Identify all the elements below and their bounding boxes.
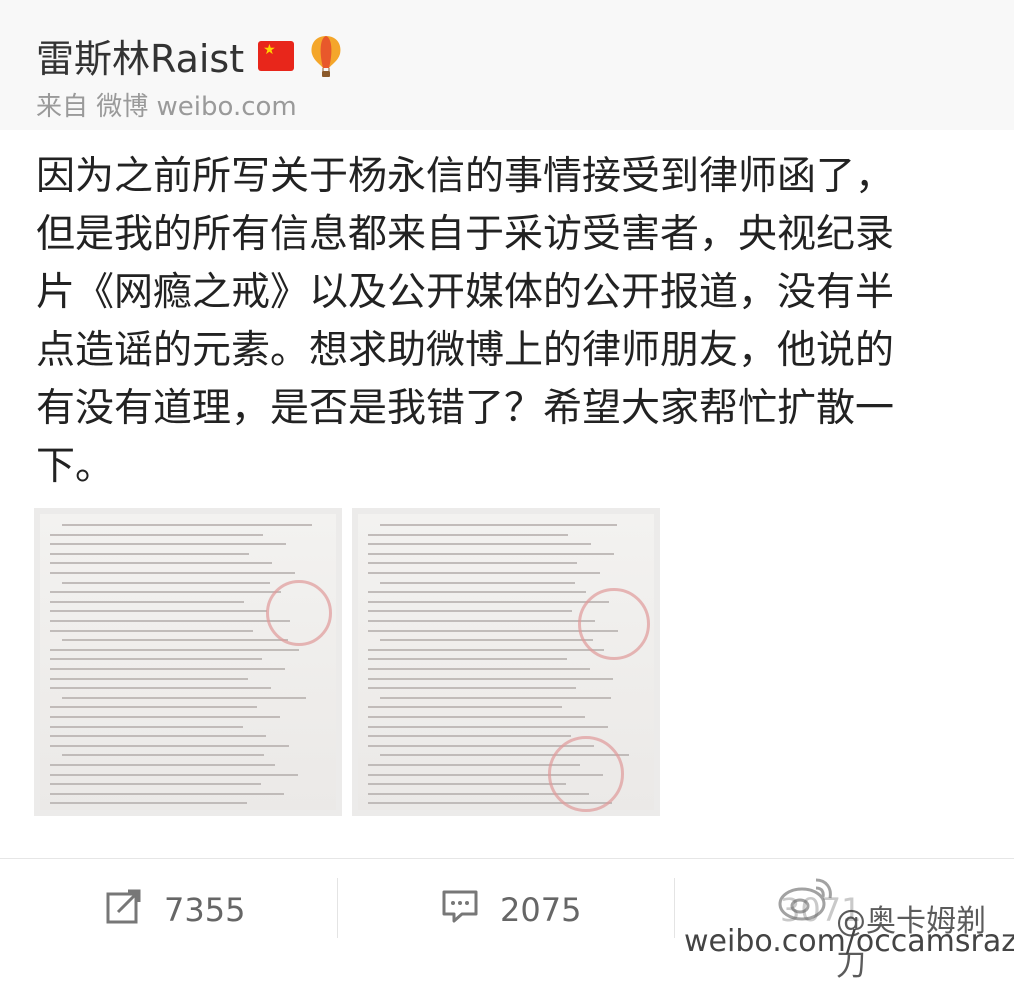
- document-text-line: [50, 552, 249, 555]
- post-source: 来自 微博 weibo.com: [36, 92, 297, 122]
- document-text-line: [380, 524, 617, 526]
- document-text-line: [368, 533, 568, 536]
- document-text-line: [368, 658, 567, 661]
- document-text-line: [368, 716, 585, 718]
- document-seal-stamp: [266, 580, 332, 646]
- document-text-line: [368, 735, 571, 738]
- document-text-line: [368, 620, 595, 622]
- document-text-line: [50, 572, 295, 574]
- document-text-line: [50, 716, 280, 718]
- document-text-line: [380, 581, 575, 584]
- document-seal-stamp: [548, 736, 624, 812]
- document-text-line: [50, 725, 243, 728]
- document-text-line: [368, 552, 614, 555]
- document-text-line: [50, 533, 263, 536]
- document-text-line: [368, 572, 600, 574]
- post-header: 雷斯林Raist ★ 来自 微博 weibo.com: [0, 0, 1014, 130]
- document-text-line: [50, 735, 266, 738]
- document-text-line: [368, 600, 609, 603]
- document-text-line: [368, 648, 604, 651]
- document-text-line: [62, 639, 288, 642]
- document-text-line: [50, 764, 275, 766]
- repost-icon: [104, 886, 144, 934]
- document-text-line: [50, 802, 247, 805]
- document-seal-stamp: [578, 588, 650, 660]
- document-text-line: [62, 696, 306, 699]
- document-text-line: [62, 524, 312, 526]
- document-text-line: [50, 543, 286, 546]
- document-text-line: [50, 744, 289, 747]
- document-text-line: [50, 792, 284, 795]
- action-separator: [674, 878, 675, 938]
- repost-button[interactable]: 7355: [104, 880, 245, 940]
- document-text-line: [50, 591, 281, 594]
- action-separator: [337, 878, 338, 938]
- document-text-line: [368, 783, 566, 786]
- document-text-line: [62, 754, 264, 757]
- document-text-line: [50, 668, 285, 670]
- document-text-line: [50, 620, 290, 622]
- attached-image-lawyer-letter-page-1[interactable]: [34, 508, 342, 816]
- document-text-line: [50, 773, 298, 776]
- document-text-line: [50, 648, 299, 651]
- document-text-line: [368, 725, 608, 728]
- post-body-text: 因为之前所写关于杨永信的事情接受到律师函了， 但是我的所有信息都来自于采访受害者…: [36, 154, 895, 489]
- document-text-line: [368, 687, 576, 690]
- document-text-line: [50, 600, 244, 603]
- document-text-line: [50, 677, 248, 680]
- document-text-line: [368, 591, 586, 594]
- comment-count: 2075: [500, 891, 582, 929]
- document-text-line: [50, 687, 271, 690]
- comment-icon: [440, 886, 480, 934]
- repost-count: 7355: [164, 891, 246, 929]
- comment-button[interactable]: 2075: [440, 880, 581, 940]
- weibo-logo-icon: [776, 872, 836, 924]
- document-text-line: [62, 581, 270, 584]
- document-text-line: [50, 706, 257, 709]
- document-text-line: [50, 629, 253, 632]
- document-text-line: [50, 562, 272, 565]
- document-text-line: [50, 610, 267, 613]
- document-text-line: [368, 706, 562, 709]
- document-text-line: [380, 696, 611, 699]
- document-text-line: [50, 783, 261, 786]
- watermark-url: weibo.com/occamsrazor: [684, 924, 1014, 959]
- document-text-line: [368, 562, 577, 565]
- document-text-line: [380, 639, 593, 642]
- document-text-line: [368, 610, 572, 613]
- china-flag-icon: ★: [258, 40, 295, 71]
- hot-air-balloon-icon: [308, 34, 344, 78]
- document-text-line: [368, 668, 590, 670]
- divider: [0, 858, 1014, 859]
- document-text-line: [368, 543, 591, 546]
- document-text-line: [50, 658, 262, 661]
- username[interactable]: 雷斯林Raist ★: [36, 28, 344, 83]
- username-text[interactable]: 雷斯林Raist: [36, 28, 244, 83]
- document-text-line: [368, 677, 613, 680]
- attached-image-lawyer-letter-page-2[interactable]: [352, 508, 660, 816]
